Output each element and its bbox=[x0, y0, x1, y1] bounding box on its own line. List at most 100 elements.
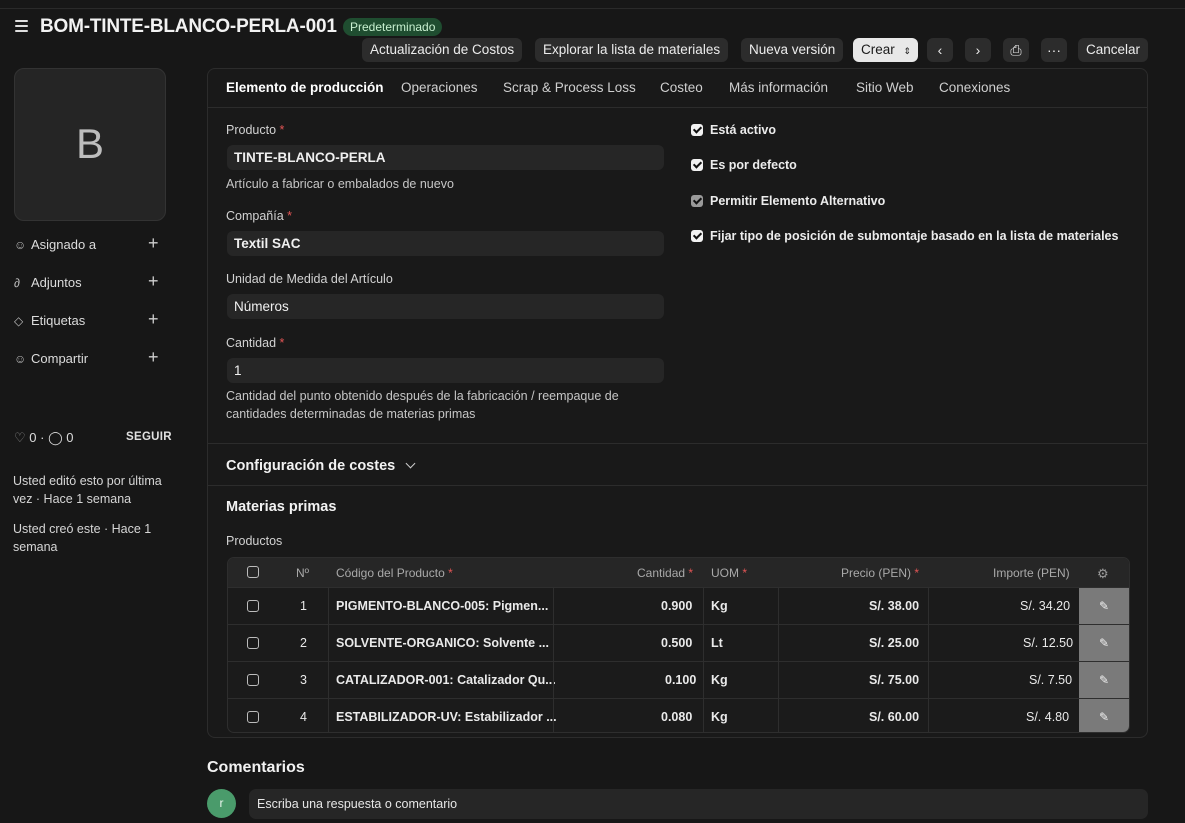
next-button[interactable]: › bbox=[965, 38, 991, 62]
col-price[interactable]: Precio (PEN) * bbox=[841, 566, 919, 580]
cell-divider bbox=[553, 662, 554, 699]
row-uom[interactable]: Kg bbox=[711, 599, 728, 613]
comment-input[interactable]: Escriba una respuesta o comentario bbox=[249, 789, 1148, 819]
row-price[interactable]: S/. 25.00 bbox=[869, 636, 919, 650]
edit-row-button[interactable]: ✎ bbox=[1079, 699, 1129, 732]
row-checkbox[interactable] bbox=[247, 600, 259, 612]
row-code[interactable]: ESTABILIZADOR-UV: Estabilizador ... bbox=[336, 710, 557, 724]
col-uom[interactable]: UOM * bbox=[711, 566, 747, 580]
compania-field[interactable]: Textil SAC bbox=[227, 231, 664, 256]
comment-icon[interactable]: ◯ bbox=[48, 430, 63, 445]
required-mark: * bbox=[914, 566, 920, 580]
heart-icon[interactable]: ♡ bbox=[14, 430, 26, 445]
update-costs-button[interactable]: Actualización de Costos bbox=[362, 38, 523, 62]
table-row[interactable]: 1 PIGMENTO-BLANCO-005: Pigmen... 0.900 K… bbox=[228, 587, 1129, 625]
document-avatar[interactable]: B bbox=[14, 68, 166, 221]
page-title: BOM-TINTE-BLANCO-PERLA-001 bbox=[40, 16, 337, 37]
edit-row-button[interactable]: ✎ bbox=[1079, 625, 1129, 661]
row-checkbox[interactable] bbox=[247, 637, 259, 649]
table-row[interactable]: 2 SOLVENTE-ORGANICO: Solvente ... 0.500 … bbox=[228, 624, 1129, 662]
check-label: Permitir Elemento Alternativo bbox=[710, 194, 886, 208]
col-qty[interactable]: Cantidad * bbox=[637, 566, 693, 580]
costing-section-toggle[interactable]: Configuración de costes bbox=[226, 458, 416, 474]
status-badge: Predeterminado bbox=[343, 18, 443, 36]
cell-divider bbox=[778, 588, 779, 625]
tab-operations[interactable]: Operaciones bbox=[401, 80, 478, 95]
select-all-checkbox[interactable] bbox=[247, 566, 259, 578]
row-checkbox[interactable] bbox=[247, 674, 259, 686]
row-uom[interactable]: Kg bbox=[711, 673, 728, 687]
sidebar-item-share[interactable]: ☺ Compartir + bbox=[14, 347, 164, 370]
sidebar-item-attachments[interactable]: ∂ Adjuntos + bbox=[14, 271, 164, 294]
costing-section-title: Configuración de costes bbox=[226, 458, 396, 474]
row-qty[interactable]: 0.900 bbox=[661, 599, 692, 613]
row-price[interactable]: S/. 60.00 bbox=[869, 710, 919, 724]
plus-icon[interactable]: + bbox=[148, 233, 159, 254]
cell-divider bbox=[778, 662, 779, 699]
table-header: Nº Código del Producto * Cantidad * UOM … bbox=[228, 558, 1129, 587]
checkbox-checked[interactable] bbox=[691, 124, 703, 136]
tab-production-item[interactable]: Elemento de producción bbox=[226, 80, 384, 95]
cantidad-label-text: Cantidad bbox=[226, 336, 277, 350]
row-qty[interactable]: 0.500 bbox=[661, 636, 692, 650]
more-icon: ··· bbox=[1047, 42, 1061, 58]
follow-button[interactable]: SEGUIR bbox=[126, 431, 172, 443]
plus-icon[interactable]: + bbox=[148, 271, 159, 292]
row-uom[interactable]: Lt bbox=[711, 636, 723, 650]
explore-bom-button[interactable]: Explorar la lista de materiales bbox=[535, 38, 729, 62]
table-row[interactable]: 3 CATALIZADOR-001: Catalizador Qu... 0.1… bbox=[228, 661, 1129, 699]
more-button[interactable]: ··· bbox=[1041, 38, 1067, 62]
cantidad-field[interactable]: 1 bbox=[227, 358, 664, 383]
required-mark: * bbox=[742, 566, 748, 580]
updown-icon: ⇕ bbox=[903, 46, 912, 56]
menu-icon[interactable] bbox=[15, 20, 31, 34]
tab-website[interactable]: Sitio Web bbox=[856, 80, 914, 95]
required-mark: * bbox=[279, 123, 285, 137]
row-no: 4 bbox=[300, 710, 307, 724]
row-code[interactable]: PIGMENTO-BLANCO-005: Pigmen... bbox=[336, 599, 548, 613]
checkbox-checked-disabled[interactable] bbox=[691, 195, 703, 207]
row-code[interactable]: SOLVENTE-ORGANICO: Solvente ... bbox=[336, 636, 549, 650]
create-button[interactable]: Crear ⇕ bbox=[853, 38, 918, 62]
row-qty[interactable]: 0.080 bbox=[661, 710, 692, 724]
print-button[interactable]: ⎙ bbox=[1003, 38, 1029, 62]
gear-icon[interactable]: ⚙ bbox=[1097, 566, 1109, 582]
cancel-button[interactable]: Cancelar bbox=[1078, 38, 1149, 62]
tab-more-info[interactable]: Más información bbox=[729, 80, 828, 95]
cantidad-help: Cantidad del punto obtenido después de l… bbox=[226, 389, 619, 421]
row-amount: S/. 34.20 bbox=[1020, 599, 1071, 613]
col-code[interactable]: Código del Producto * bbox=[336, 566, 453, 580]
table-row[interactable]: 4 ESTABILIZADOR-UV: Estabilizador ... 0.… bbox=[228, 698, 1129, 732]
edit-row-button[interactable]: ✎ bbox=[1079, 588, 1129, 624]
dot-separator: · bbox=[40, 430, 49, 445]
cell-divider bbox=[703, 662, 704, 699]
required-mark: * bbox=[448, 566, 453, 580]
checkbox-checked[interactable] bbox=[691, 159, 703, 171]
tab-bar: Elemento de producción Operaciones Scrap… bbox=[208, 69, 1147, 108]
tab-connections[interactable]: Conexiones bbox=[939, 80, 1010, 95]
comments-count: 0 bbox=[66, 430, 74, 445]
row-qty[interactable]: 0.100 bbox=[665, 673, 696, 687]
producto-field[interactable]: TINTE-BLANCO-PERLA bbox=[227, 145, 664, 170]
products-label: Productos bbox=[226, 534, 283, 548]
plus-icon[interactable]: + bbox=[148, 309, 159, 330]
row-code[interactable]: CATALIZADOR-001: Catalizador Qu... bbox=[336, 673, 556, 687]
avatar: r bbox=[207, 789, 236, 818]
check-label: Es por defecto bbox=[710, 158, 797, 172]
sidebar-item-tags[interactable]: ◇ Etiquetas + bbox=[14, 309, 164, 332]
plus-icon[interactable]: + bbox=[148, 347, 159, 368]
checkbox-checked[interactable] bbox=[691, 230, 703, 242]
tab-scrap[interactable]: Scrap & Process Loss bbox=[503, 80, 636, 95]
uom-field[interactable]: Números bbox=[227, 294, 664, 319]
row-checkbox[interactable] bbox=[247, 711, 259, 723]
row-uom[interactable]: Kg bbox=[711, 710, 728, 724]
col-amount[interactable]: Importe (PEN) bbox=[993, 566, 1070, 580]
new-version-button[interactable]: Nueva versión bbox=[741, 38, 844, 62]
sidebar-item-assigned[interactable]: ☺ Asignado a + bbox=[14, 233, 164, 256]
row-price[interactable]: S/. 38.00 bbox=[869, 599, 919, 613]
col-no: Nº bbox=[296, 566, 310, 580]
tab-costing[interactable]: Costeo bbox=[660, 80, 703, 95]
row-price[interactable]: S/. 75.00 bbox=[869, 673, 919, 687]
edit-row-button[interactable]: ✎ bbox=[1079, 662, 1129, 698]
prev-button[interactable]: ‹ bbox=[927, 38, 953, 62]
